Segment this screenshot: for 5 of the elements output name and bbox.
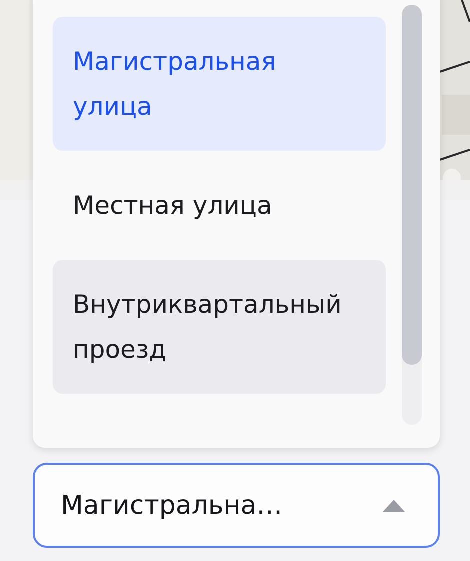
dropdown-option[interactable]: Местная улица [53,161,386,250]
dropdown-option[interactable]: Магистральная улица [53,17,386,151]
scrollbar[interactable] [402,5,422,425]
dropdown-option[interactable]: Внутриквартальный проезд [53,260,386,394]
road-type-select[interactable]: Магистральна… [33,463,440,548]
